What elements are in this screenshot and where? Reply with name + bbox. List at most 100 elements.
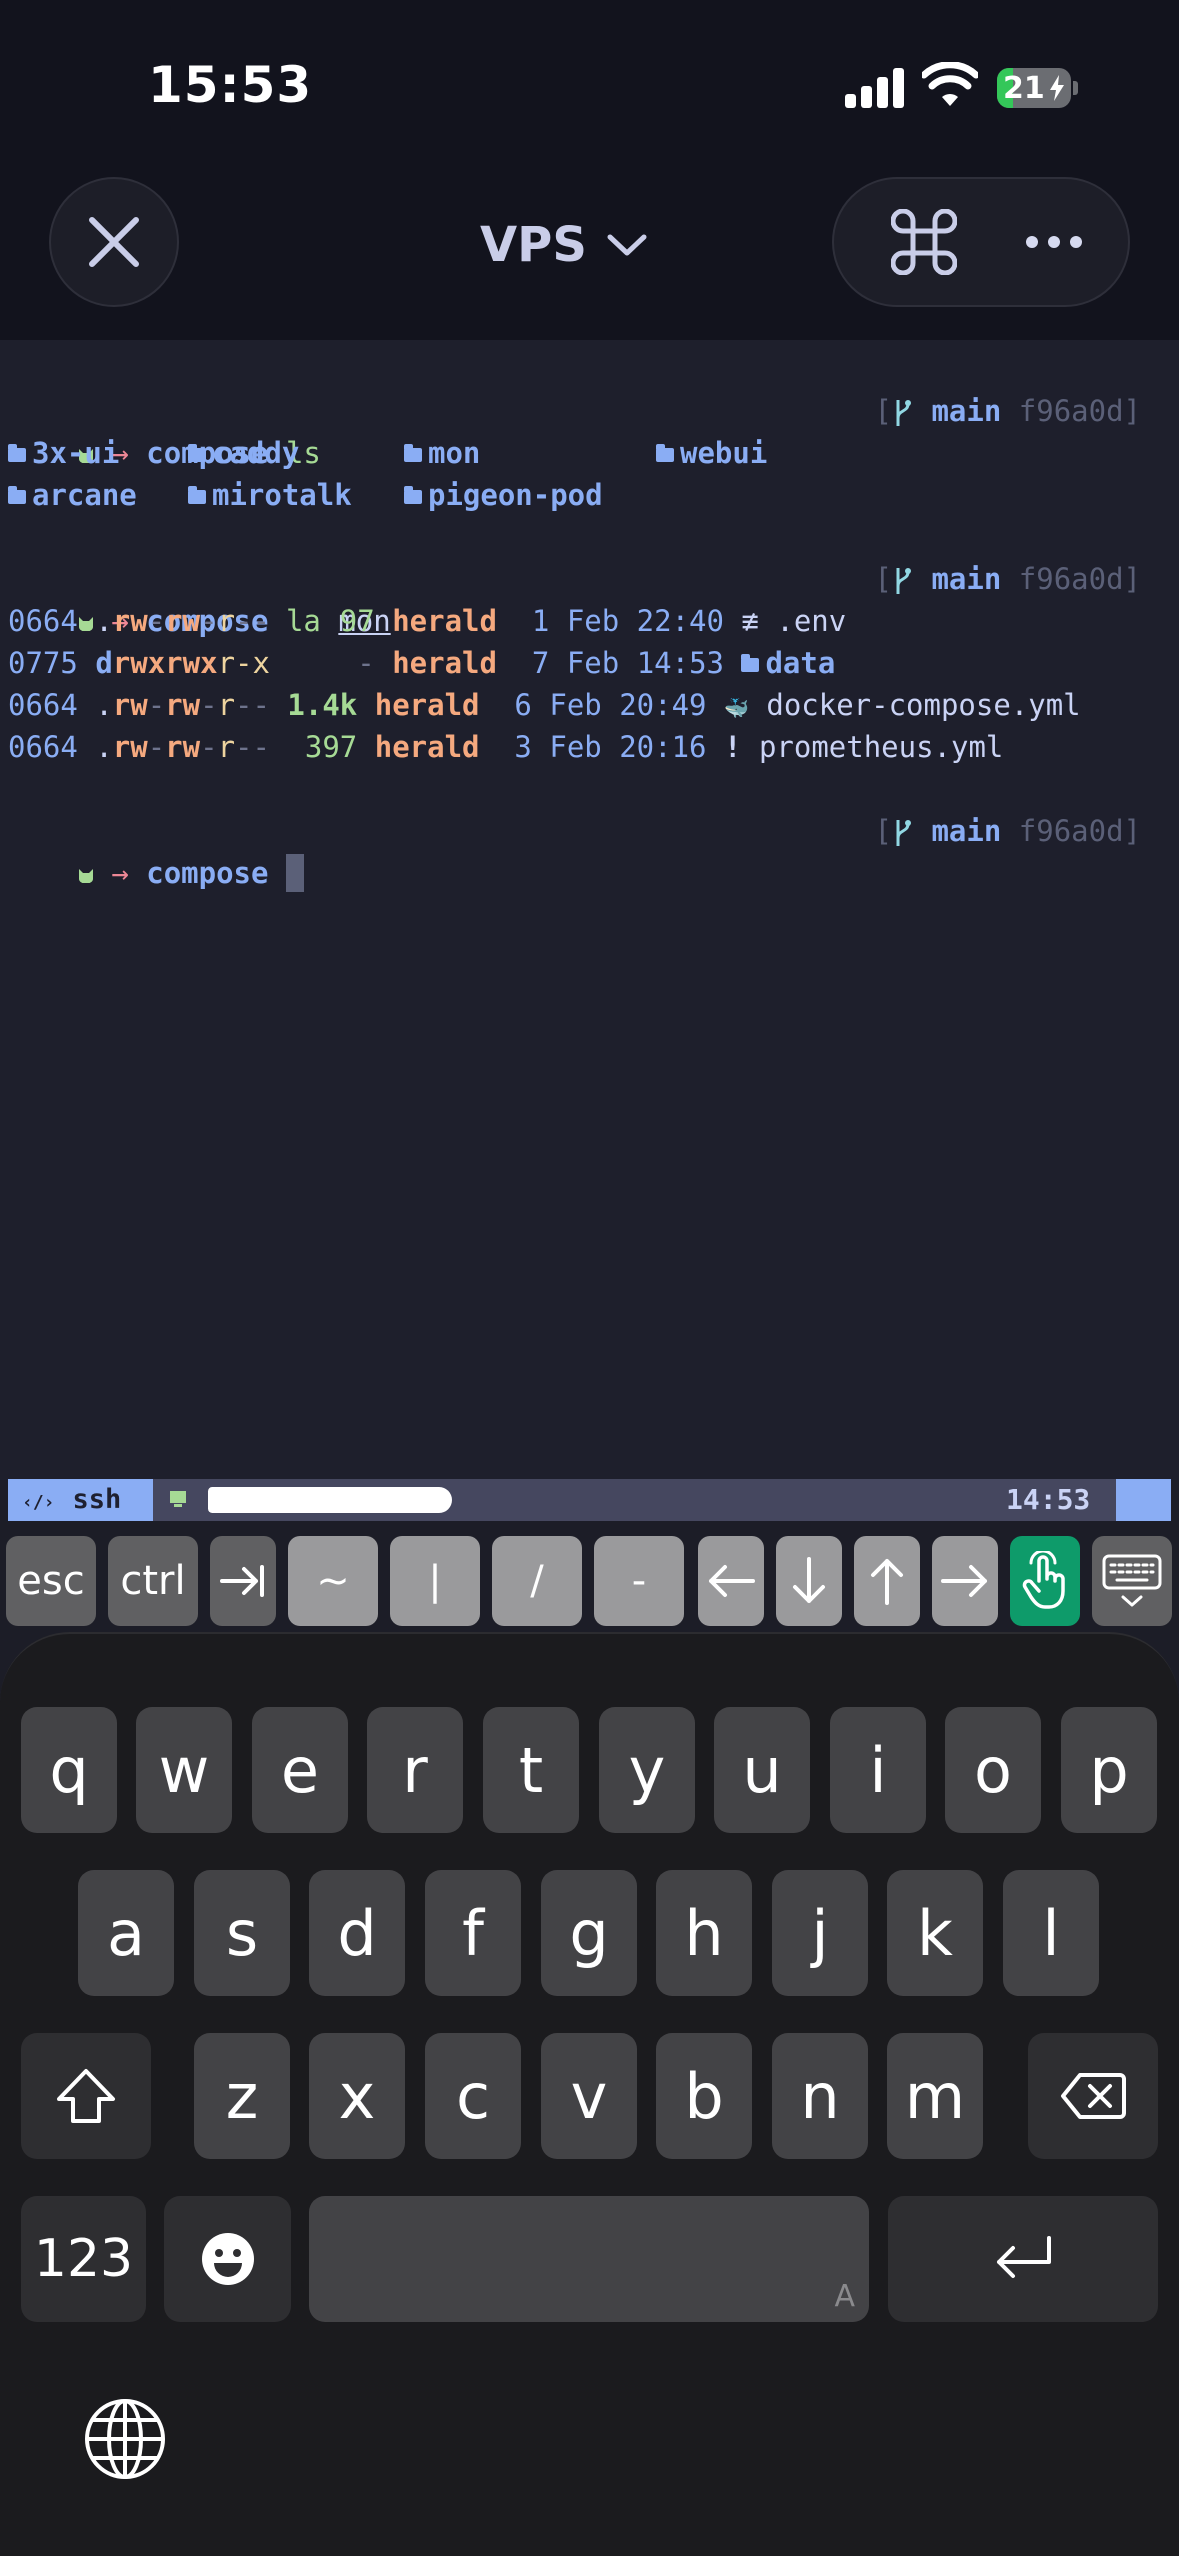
tab-key[interactable]: [210, 1536, 276, 1626]
dir-entry: webui: [656, 432, 767, 474]
globe-button[interactable]: [82, 2396, 172, 2486]
key-n[interactable]: n: [772, 2033, 868, 2159]
folder-icon: [404, 486, 422, 504]
backspace-key[interactable]: [1028, 2033, 1158, 2159]
key-v[interactable]: v: [541, 2033, 637, 2159]
battery-percent: 21: [1003, 71, 1045, 106]
key-g[interactable]: g: [541, 1870, 637, 1996]
arrow-right-key[interactable]: [932, 1536, 998, 1626]
globe-icon: [85, 2399, 165, 2479]
git-branch-icon: [896, 400, 911, 426]
key-b[interactable]: b: [656, 2033, 752, 2159]
arrow-left-icon: [709, 1565, 755, 1597]
pointer-mode-key[interactable]: [1010, 1536, 1080, 1626]
session-name: ssh: [72, 1484, 122, 1515]
dir-entry: arcane: [8, 474, 137, 516]
file-listing-row: 0664 .rw-rw-r-- 1.4k herald 6 Feb 20:49 …: [8, 688, 1081, 722]
header-actions: [832, 177, 1130, 307]
shift-key[interactable]: [21, 2033, 151, 2159]
key-c[interactable]: c: [425, 2033, 521, 2159]
key-j[interactable]: j: [772, 1870, 868, 1996]
delete-icon: [1061, 2073, 1126, 2119]
git-status: [ main f96a0d]: [874, 394, 1141, 428]
key-e[interactable]: e: [252, 1707, 348, 1833]
charging-bolt-icon: [1050, 75, 1064, 101]
key-k[interactable]: k: [887, 1870, 983, 1996]
folder-icon: [8, 486, 26, 504]
key-o[interactable]: o: [945, 1707, 1041, 1833]
git-status: [ main f96a0d]: [874, 562, 1141, 596]
cellular-signal-icon: [845, 66, 905, 108]
key-w[interactable]: w: [136, 1707, 232, 1833]
key-i[interactable]: i: [830, 1707, 926, 1833]
close-button[interactable]: [49, 177, 179, 307]
key-p[interactable]: p: [1061, 1707, 1157, 1833]
space-hint: A: [834, 2279, 855, 2314]
git-branch-icon: [896, 820, 911, 846]
git-status: [ main f96a0d]: [874, 814, 1141, 848]
terminal-output[interactable]: → compose ls [ main f96a0d] 3x-ui caddy …: [0, 340, 1179, 1480]
wifi-icon: [922, 62, 978, 106]
dir-entry: caddy: [188, 432, 299, 474]
key-z[interactable]: z: [194, 2033, 290, 2159]
arrow-down-key[interactable]: [776, 1536, 842, 1626]
tab-arrow-icon: [220, 1565, 264, 1597]
git-branch-icon: [896, 568, 911, 594]
key-y[interactable]: y: [599, 1707, 695, 1833]
host-icon: [170, 1491, 186, 1507]
folder-icon: [656, 444, 674, 462]
dir-entry: mirotalk: [188, 474, 352, 516]
folder-icon: [8, 444, 26, 462]
dash-key[interactable]: -: [594, 1536, 684, 1626]
key-a[interactable]: a: [78, 1870, 174, 1996]
return-key[interactable]: [888, 2196, 1158, 2322]
emoji-key[interactable]: [164, 2196, 291, 2322]
arrow-right-icon: [941, 1565, 987, 1597]
code-icon: ‹/›: [22, 1492, 55, 1513]
more-options-button[interactable]: [994, 179, 1114, 305]
key-x[interactable]: x: [309, 2033, 405, 2159]
space-bar[interactable]: A: [309, 2196, 869, 2322]
close-icon: [89, 217, 139, 267]
host-title: VPS: [480, 217, 587, 273]
command-button[interactable]: [864, 179, 984, 305]
keyboard-toggle-key[interactable]: [1092, 1536, 1172, 1626]
docker-icon: 🐳: [724, 696, 749, 720]
settings-file-icon: ≢: [741, 604, 759, 638]
ctrl-key[interactable]: ctrl: [108, 1536, 198, 1626]
shift-arrow-icon: [57, 2069, 115, 2123]
slash-key[interactable]: /: [492, 1536, 582, 1626]
chevron-down-icon: [607, 234, 647, 256]
esc-key[interactable]: esc: [6, 1536, 96, 1626]
file-listing-row: 0775 drwxrwxr-x - herald 7 Feb 14:53 dat…: [8, 646, 836, 680]
status-time: 15:53: [148, 56, 313, 114]
key-q[interactable]: q: [21, 1707, 117, 1833]
key-m[interactable]: m: [887, 2033, 983, 2159]
dir-entry: mon: [404, 432, 480, 474]
dot-icon: [1026, 236, 1038, 248]
dot-icon: [1048, 236, 1060, 248]
arrow-up-icon: [871, 1559, 903, 1605]
key-r[interactable]: r: [367, 1707, 463, 1833]
key-u[interactable]: u: [714, 1707, 810, 1833]
key-d[interactable]: d: [309, 1870, 405, 1996]
prompt-line: → compose ls: [8, 390, 321, 470]
dot-icon: [1070, 236, 1082, 248]
emoji-icon: [201, 2233, 254, 2285]
key-f[interactable]: f: [425, 1870, 521, 1996]
numbers-key[interactable]: 123: [21, 2196, 146, 2322]
pipe-key[interactable]: |: [390, 1536, 480, 1626]
terminal-cursor: [285, 854, 304, 892]
arrow-left-key[interactable]: [698, 1536, 764, 1626]
software-keyboard: q w e r t y u i o p a s d f g h j k l z …: [0, 1632, 1179, 2556]
tilde-key[interactable]: ~: [288, 1536, 378, 1626]
key-h[interactable]: h: [656, 1870, 752, 1996]
arrow-up-key[interactable]: [854, 1536, 920, 1626]
tmux-clock: 14:53: [1006, 1483, 1091, 1516]
key-s[interactable]: s: [194, 1870, 290, 1996]
command-key-icon: [891, 209, 957, 275]
return-arrow-icon: [997, 2236, 1051, 2278]
host-selector[interactable]: VPS: [480, 205, 647, 285]
key-t[interactable]: t: [483, 1707, 579, 1833]
key-l[interactable]: l: [1003, 1870, 1099, 1996]
